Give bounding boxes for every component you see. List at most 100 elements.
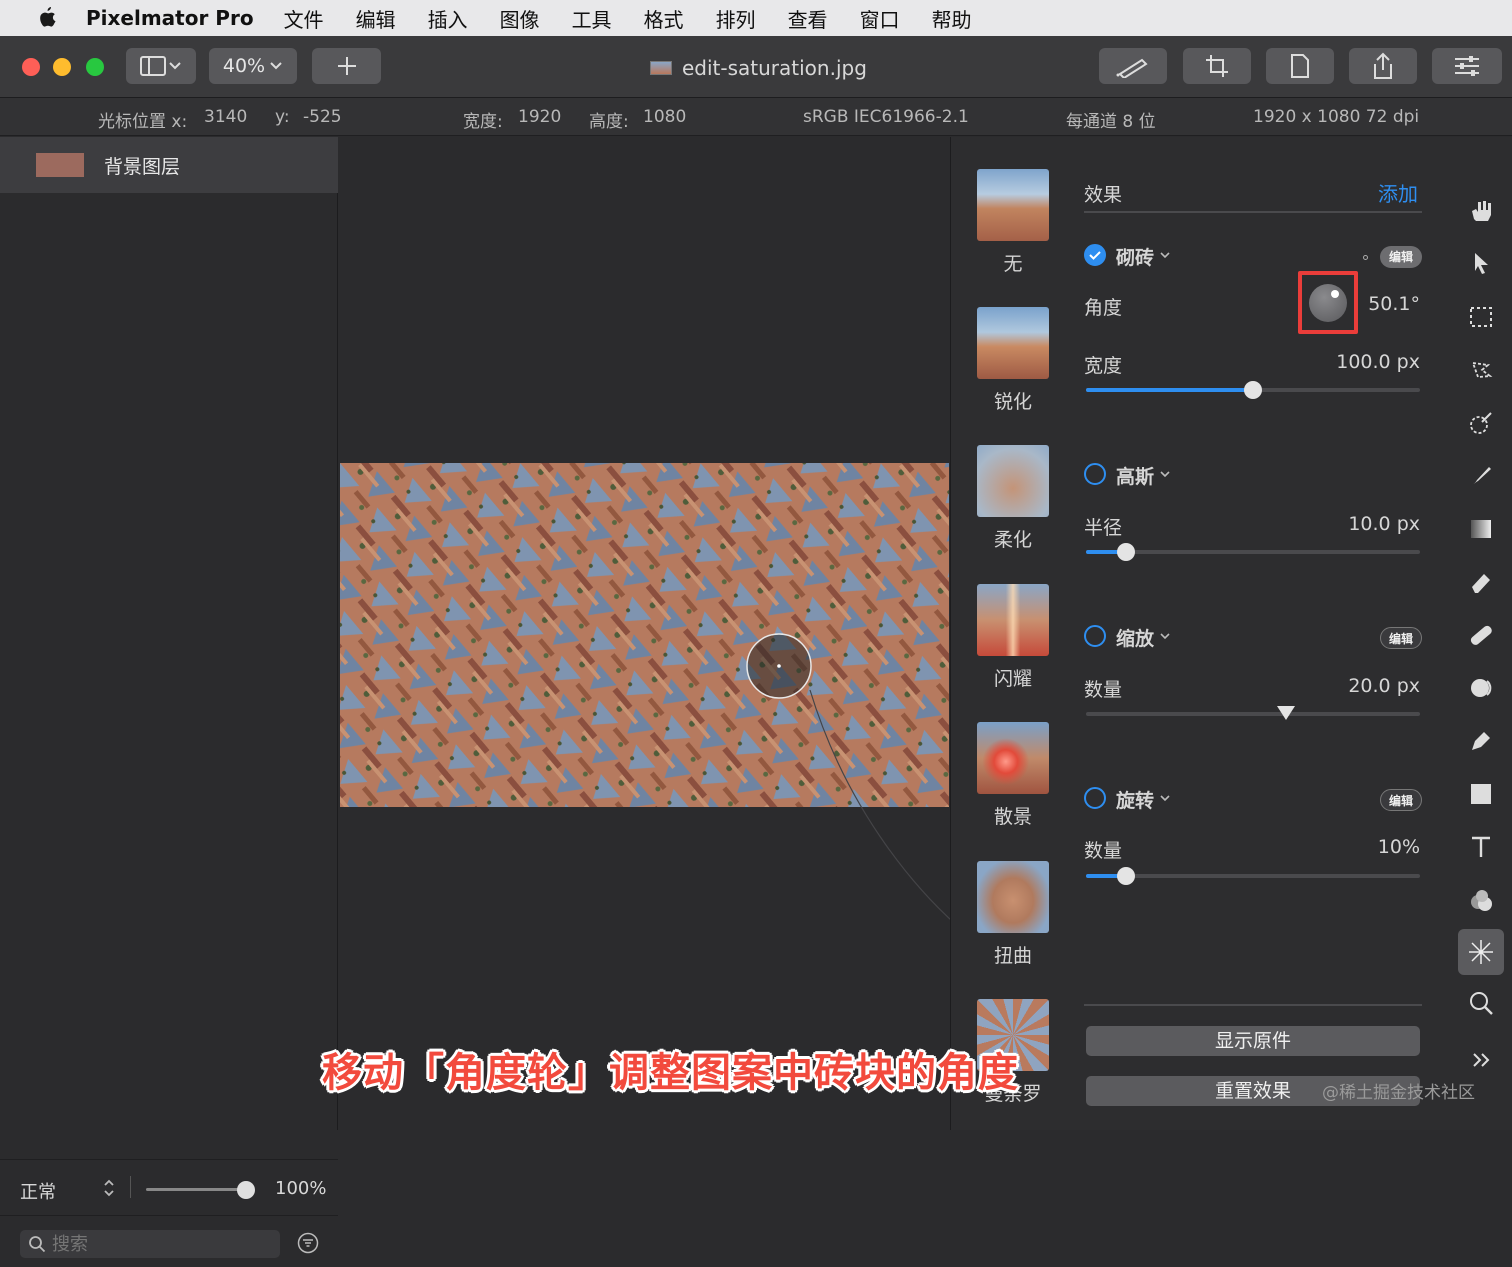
- text-icon[interactable]: [1461, 827, 1501, 867]
- height-value: 1080: [643, 107, 687, 127]
- layers-panel: 背景图层 正常 100%: [0, 137, 338, 1258]
- divider: [130, 1176, 131, 1198]
- chevron-down-icon[interactable]: [1159, 793, 1171, 803]
- preset-label: 散景: [993, 806, 1032, 828]
- format-button[interactable]: [1266, 48, 1334, 84]
- menu-window[interactable]: 窗口: [860, 4, 900, 33]
- zoom-icon[interactable]: [1461, 983, 1501, 1023]
- menu-edit[interactable]: 编辑: [356, 4, 396, 33]
- close-window-button[interactable]: [22, 58, 40, 76]
- effects-header: 效果: [1084, 184, 1123, 206]
- preset-label: 扭曲: [993, 945, 1032, 967]
- magic-wand-icon[interactable]: [1461, 403, 1501, 443]
- preset-soften[interactable]: 柔化: [977, 445, 1049, 552]
- opacity-slider[interactable]: [146, 1181, 255, 1199]
- effect-checkbox-brick[interactable]: [1084, 244, 1106, 266]
- slider-knob[interactable]: [1277, 706, 1296, 720]
- layer-row[interactable]: 背景图层: [0, 137, 338, 193]
- app-name[interactable]: Pixelmator Pro: [86, 6, 254, 30]
- effect-checkbox-twirl[interactable]: [1084, 787, 1106, 809]
- preset-bokeh[interactable]: 散景: [977, 722, 1049, 829]
- blend-mode-select[interactable]: 正常: [20, 1178, 56, 1204]
- preset-distort[interactable]: 扭曲: [977, 861, 1049, 968]
- slider-twirl-amount[interactable]: [1086, 867, 1420, 885]
- lasso-icon[interactable]: [1461, 350, 1501, 390]
- menu-arrange[interactable]: 排列: [716, 4, 756, 33]
- param-value-radius: 10.0 px: [1348, 513, 1420, 535]
- zoom-menu-button[interactable]: 40%: [209, 48, 297, 84]
- menu-format[interactable]: 格式: [644, 4, 684, 33]
- menu-image[interactable]: 图像: [500, 4, 540, 33]
- add-button[interactable]: [312, 48, 381, 84]
- menu-tools[interactable]: 工具: [572, 4, 612, 33]
- color-icon[interactable]: [1461, 880, 1501, 920]
- effect-name-twirl[interactable]: 旋转: [1116, 786, 1154, 813]
- document-title-text: edit-saturation.jpg: [682, 56, 867, 80]
- search-input[interactable]: [52, 1232, 272, 1256]
- effects-icon[interactable]: [1458, 929, 1504, 975]
- search-field[interactable]: [20, 1230, 280, 1258]
- status-dot: [1363, 255, 1368, 260]
- crop-icon: [1206, 55, 1228, 77]
- layer-search-bar: [0, 1215, 338, 1267]
- zoom-window-button[interactable]: [86, 58, 104, 76]
- edit-badge-brick[interactable]: 编辑: [1380, 246, 1422, 268]
- show-original-button[interactable]: 显示原件: [1086, 1026, 1420, 1056]
- chevron-down-icon[interactable]: [1159, 250, 1171, 260]
- add-effect-button[interactable]: 添加: [1378, 178, 1418, 207]
- adjustments-button[interactable]: [1432, 48, 1502, 84]
- crop-button[interactable]: [1183, 48, 1251, 84]
- chevron-down-icon[interactable]: [1159, 469, 1171, 479]
- bandage-icon[interactable]: [1461, 615, 1501, 655]
- effect-checkbox-gaussian[interactable]: [1084, 463, 1106, 485]
- sliders-icon: [1455, 56, 1479, 76]
- edit-badge-zoom[interactable]: 编辑: [1380, 627, 1422, 649]
- menu-insert[interactable]: 插入: [428, 4, 468, 33]
- effect-name-brick[interactable]: 砌砖: [1116, 243, 1154, 270]
- shape-icon[interactable]: [1461, 774, 1501, 814]
- preset-sharpen[interactable]: 锐化: [977, 307, 1049, 414]
- preset-label: 无: [1003, 253, 1023, 275]
- param-value-angle: 50.1°: [1368, 293, 1420, 315]
- document-thumbnail-icon: [650, 61, 672, 75]
- edit-badge-twirl[interactable]: 编辑: [1380, 789, 1422, 811]
- marquee-icon[interactable]: [1461, 297, 1501, 337]
- gradient-icon[interactable]: [1461, 509, 1501, 549]
- apple-icon[interactable]: [32, 3, 62, 33]
- preset-thumbnail: [977, 307, 1049, 379]
- preset-shine[interactable]: 闪耀: [977, 584, 1049, 691]
- slider-knob[interactable]: [1117, 867, 1136, 885]
- menu-file[interactable]: 文件: [284, 4, 324, 33]
- param-label-radius: 半径: [1084, 517, 1123, 539]
- effect-name-gaussian[interactable]: 高斯: [1116, 462, 1154, 489]
- stepper-icon[interactable]: [102, 1178, 116, 1198]
- eraser-icon[interactable]: [1461, 562, 1501, 602]
- clone-icon[interactable]: [1461, 668, 1501, 708]
- menu-help[interactable]: 帮助: [932, 4, 972, 33]
- brush-icon[interactable]: [1461, 456, 1501, 496]
- effect-name-zoom[interactable]: 缩放: [1116, 624, 1154, 651]
- tools-style-button[interactable]: [1099, 48, 1167, 84]
- share-button[interactable]: [1349, 48, 1417, 84]
- preset-thumbnail: [977, 169, 1049, 241]
- slider-knob[interactable]: [1117, 543, 1136, 561]
- slider-radius[interactable]: [1086, 543, 1420, 561]
- arrow-icon[interactable]: [1461, 243, 1501, 283]
- hand-icon[interactable]: [1461, 190, 1501, 230]
- preset-none[interactable]: 无: [977, 169, 1049, 276]
- chevron-down-icon[interactable]: [1159, 631, 1171, 641]
- menu-view[interactable]: 查看: [788, 4, 828, 33]
- pen-icon[interactable]: [1461, 721, 1501, 761]
- more-icon[interactable]: [1461, 1040, 1501, 1080]
- slider-zoom-amount[interactable]: [1086, 706, 1420, 720]
- filter-icon[interactable]: [297, 1232, 319, 1254]
- effect-checkbox-zoom[interactable]: [1084, 625, 1106, 647]
- minimize-window-button[interactable]: [53, 58, 71, 76]
- opacity-slider-knob[interactable]: [237, 1181, 255, 1199]
- angle-wheel-handle[interactable]: [1331, 290, 1339, 298]
- cursor-y-label: y:: [275, 107, 290, 127]
- slider-width[interactable]: [1086, 381, 1420, 399]
- angle-wheel[interactable]: [1309, 284, 1347, 322]
- slider-knob[interactable]: [1244, 381, 1262, 399]
- sidebar-toggle-button[interactable]: [126, 48, 196, 84]
